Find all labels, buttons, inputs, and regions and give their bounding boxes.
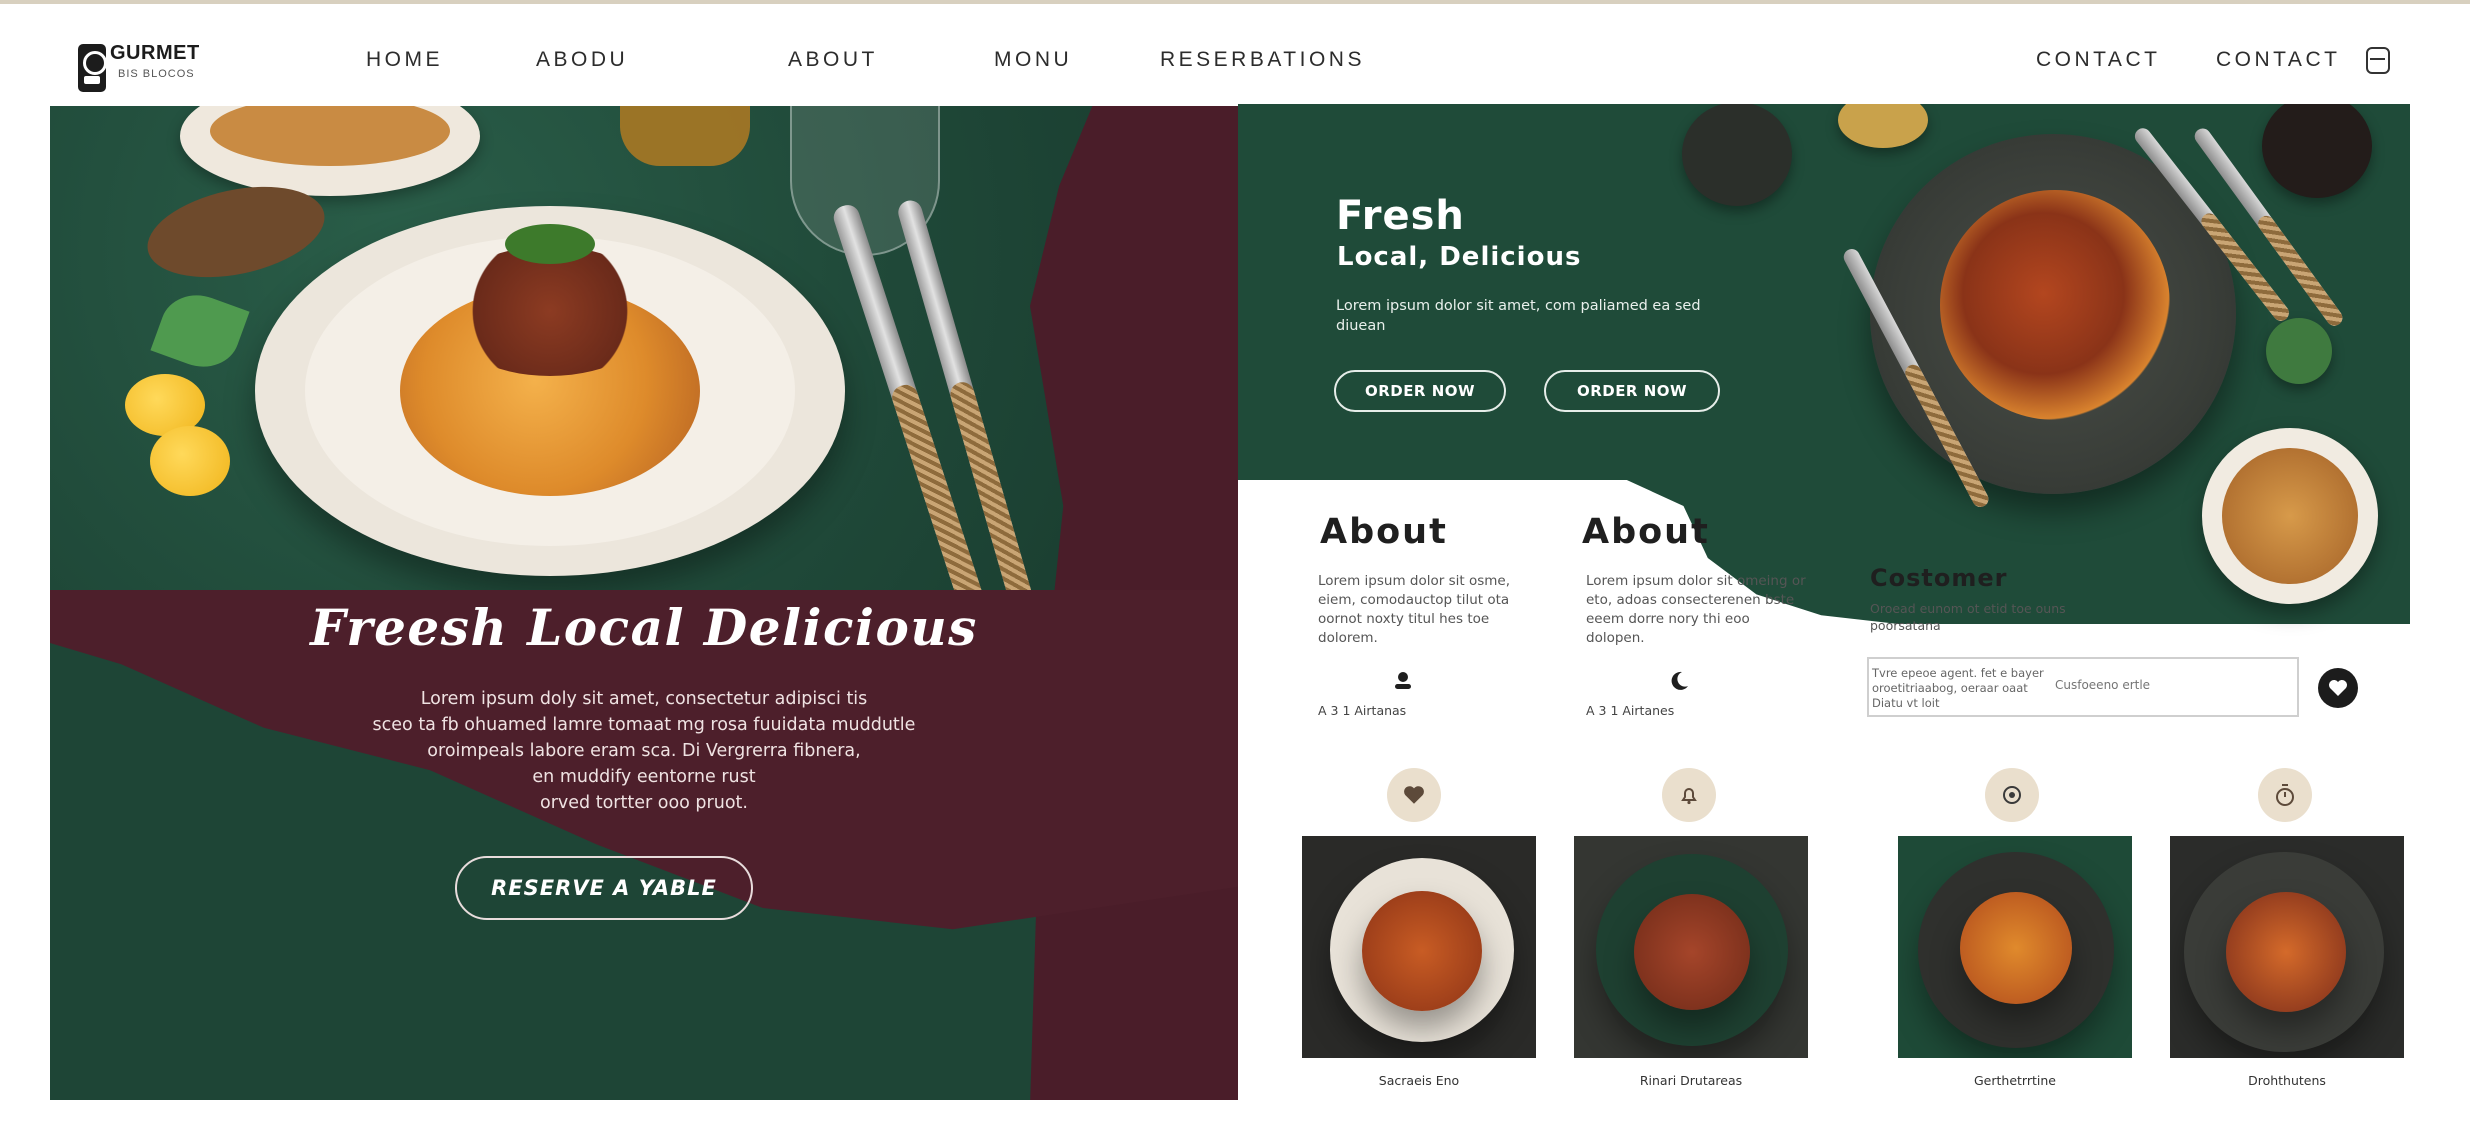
heart-icon bbox=[2329, 680, 2347, 696]
person-icon bbox=[1390, 668, 1416, 694]
heart-icon bbox=[1387, 768, 1441, 822]
logo-icon bbox=[78, 44, 107, 92]
green-glass bbox=[2266, 318, 2332, 384]
mushroom-topping bbox=[440, 246, 660, 376]
customer-title: Costomer bbox=[1870, 564, 2008, 592]
brand-name: GURMET bbox=[110, 42, 200, 64]
hero-body-line: oroimpeals labore eram sca. Di Vergrerra… bbox=[427, 741, 861, 761]
hero-body-line: Lorem ipsum doly sit amet, consectetur a… bbox=[420, 689, 868, 709]
feature-body: Lorem ipsum dolor sit amet, com paliamed… bbox=[1336, 298, 1701, 334]
sauce-dish bbox=[1838, 104, 1928, 148]
feature-food bbox=[1940, 190, 2170, 420]
order-now-button-2[interactable]: ORDER NOW bbox=[1544, 370, 1720, 412]
gallery-caption: Rinari Drutareas bbox=[1639, 1073, 1743, 1088]
nav-item-contact[interactable]: CONTACT bbox=[2036, 48, 2160, 72]
hero-body: Lorem ipsum doly sit amet, consectetur a… bbox=[290, 686, 998, 816]
nav-item-reservations[interactable]: RESERBATIONS bbox=[1160, 48, 1365, 72]
nav-item-menu[interactable]: MONU bbox=[994, 48, 1072, 72]
nav-item-about[interactable]: ABOUT bbox=[788, 48, 878, 72]
brand-tagline: BIS BLOCOS bbox=[118, 68, 195, 80]
bell-icon bbox=[1662, 768, 1716, 822]
customer-input[interactable] bbox=[2055, 678, 2285, 692]
customer-text: Oroead eunom ot etid toe ouns poorsatana bbox=[1870, 601, 2066, 633]
nav-item-contact-2[interactable]: CONTACT bbox=[2216, 48, 2340, 72]
gallery-food bbox=[1960, 892, 2072, 1004]
lemon-slice bbox=[150, 426, 230, 496]
hero-body-line: orved tortter ooo pruot. bbox=[540, 793, 748, 813]
salad-bowl bbox=[1682, 104, 1792, 206]
gallery-caption: Drohthutens bbox=[2248, 1073, 2326, 1088]
send-button[interactable] bbox=[2318, 668, 2358, 708]
order-now-button[interactable]: ORDER NOW bbox=[1334, 370, 1506, 412]
feature-subtitle: Local, Delicious bbox=[1337, 242, 1582, 272]
nav-item-home[interactable]: HOME bbox=[366, 48, 443, 72]
gallery-caption: Sacraeis Eno bbox=[1378, 1073, 1460, 1088]
gallery-caption: Gerthetrrtine bbox=[1974, 1073, 2056, 1088]
nav-item-abodu[interactable]: ABODU bbox=[536, 48, 628, 72]
gallery-photo[interactable] bbox=[1302, 836, 1536, 1058]
about-meta-2: A 3 1 Airtanes bbox=[1586, 703, 1675, 718]
gallery-food bbox=[2226, 892, 2346, 1012]
about-meta: A 3 1 Airtanas bbox=[1318, 703, 1407, 718]
about-title: About bbox=[1320, 512, 1448, 552]
drink-glass bbox=[620, 106, 750, 166]
reserve-table-button[interactable]: RESERVE A YABLE bbox=[455, 856, 753, 920]
gallery-food bbox=[1362, 891, 1482, 1011]
herb-garnish bbox=[505, 224, 595, 264]
feature-title: Fresh bbox=[1336, 193, 1465, 239]
target-icon bbox=[1985, 768, 2039, 822]
about-text: Lorem ipsum dolor sit osme, eiem, comoda… bbox=[1318, 573, 1510, 646]
bag-icon[interactable] bbox=[2366, 47, 2390, 74]
about-title-2: About bbox=[1582, 512, 1710, 552]
gallery-photo[interactable] bbox=[1574, 836, 1808, 1058]
gallery-photo[interactable] bbox=[2170, 836, 2404, 1058]
hero-title: Freesh Local Delicious bbox=[310, 598, 978, 657]
hero-body-line: sceo ta fb ohuamed lamre tomaat mg rosa … bbox=[372, 715, 916, 735]
gallery-photo[interactable] bbox=[1898, 836, 2132, 1058]
dark-glass bbox=[2262, 104, 2372, 198]
brand-logo[interactable]: GURMET BIS BLOCOS bbox=[78, 42, 208, 94]
site-header: GURMET BIS BLOCOS HOME ABODU ABOUT MONU … bbox=[0, 0, 2470, 104]
clock-icon bbox=[2258, 768, 2312, 822]
gallery-food bbox=[1634, 894, 1750, 1010]
hero-section: Freesh Local Delicious Lorem ipsum doly … bbox=[50, 106, 1238, 1100]
moon-icon bbox=[1666, 668, 1692, 694]
about-text-2: Lorem ipsum dolor sit omeing or eto, ado… bbox=[1586, 573, 1806, 646]
customer-note: Tvre epeoe agent. fet e bayer oroetitria… bbox=[1872, 666, 2044, 710]
hero-body-line: en muddify eentorne rust bbox=[532, 767, 756, 787]
pasta-bowl-food bbox=[2222, 448, 2358, 584]
